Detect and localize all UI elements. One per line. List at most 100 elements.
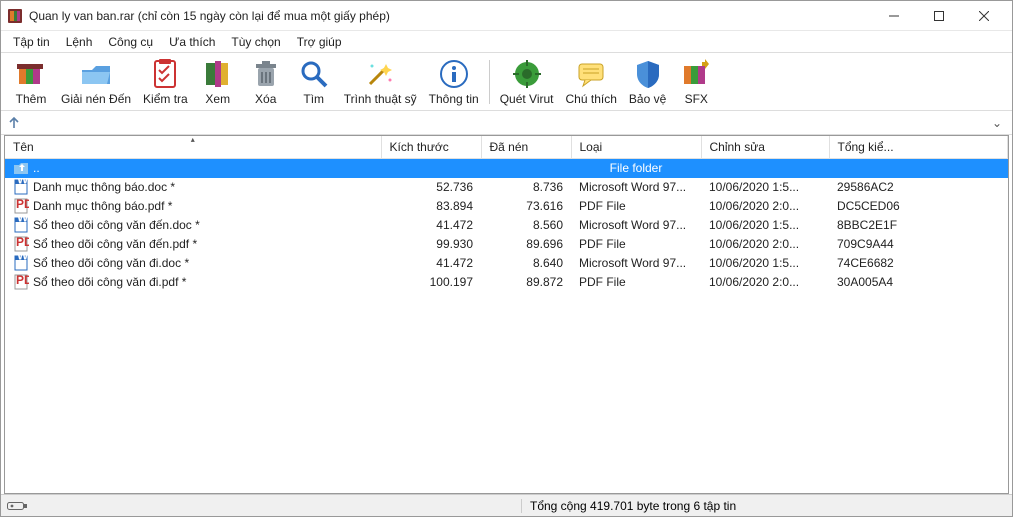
file-packed: 8.640 [481, 254, 571, 273]
file-modified: 10/06/2020 2:0... [701, 197, 829, 216]
lock-caps-icon [7, 500, 29, 512]
wizard-button[interactable]: Trình thuật sỹ [338, 56, 423, 108]
tool-label: Tìm [303, 92, 324, 106]
file-modified: 10/06/2020 2:0... [701, 235, 829, 254]
file-modified: 10/06/2020 1:5... [701, 178, 829, 197]
wizard-icon [364, 58, 396, 90]
file-name: .. [33, 161, 40, 175]
file-packed: 89.696 [481, 235, 571, 254]
parent-row[interactable]: ..File folder [5, 159, 1008, 178]
tool-label: Chú thích [566, 92, 617, 106]
test-button[interactable]: Kiểm tra [137, 56, 194, 108]
col-modified[interactable]: Chỉnh sửa [701, 136, 829, 159]
menubar: Tập tin Lệnh Công cụ Ưa thích Tùy chọn T… [1, 31, 1012, 53]
file-modified: 10/06/2020 1:5... [701, 254, 829, 273]
delete-button[interactable]: Xóa [242, 56, 290, 108]
file-crc: 8BBC2E1F [829, 216, 1008, 235]
table-row[interactable]: Danh mục thông báo.pdf * 83.89473.616PDF … [5, 197, 1008, 216]
file-modified: 10/06/2020 1:5... [701, 216, 829, 235]
file-crc: 709C9A44 [829, 235, 1008, 254]
tool-label: Xóa [255, 92, 276, 106]
file-name: Danh mục thông báo.pdf * [33, 199, 172, 213]
file-type: Microsoft Word 97... [571, 216, 701, 235]
table-row[interactable]: Sổ theo dõi công văn đến.doc *41.4728.56… [5, 216, 1008, 235]
protect-icon [632, 58, 664, 90]
menu-tools[interactable]: Công cụ [100, 32, 161, 52]
file-packed: 73.616 [481, 197, 571, 216]
file-name: Sổ theo dõi công văn đến.doc * [33, 218, 200, 232]
sfx-icon [680, 58, 712, 90]
menu-help[interactable]: Trợ giúp [289, 32, 350, 52]
pdf-icon [13, 236, 29, 252]
file-type: Microsoft Word 97... [571, 254, 701, 273]
toolbar: Thêm Giải nén Đến Kiểm tra Xem Xóa Tìm Trình t… [1, 53, 1012, 111]
virus-icon [511, 58, 543, 90]
delete-icon [250, 58, 282, 90]
tool-label: Thông tin [429, 92, 479, 106]
col-type[interactable]: Loại [571, 136, 701, 159]
file-crc: 29586AC2 [829, 178, 1008, 197]
file-size: 100.197 [381, 273, 481, 292]
file-crc: DC5CED06 [829, 197, 1008, 216]
view-button[interactable]: Xem [194, 56, 242, 108]
file-list[interactable]: Tên▴ Kích thước Đã nén Loại Chỉnh sửa Tổ… [4, 135, 1009, 494]
file-type: PDF File [571, 235, 701, 254]
titlebar: Quan ly van ban.rar (chỉ còn 15 ngày còn… [1, 1, 1012, 31]
info-icon [438, 58, 470, 90]
up-icon[interactable] [7, 116, 21, 130]
statusbar: Tổng cộng 419.701 byte trong 6 tập tin [1, 494, 1012, 516]
file-crc: 30A005A4 [829, 273, 1008, 292]
menu-commands[interactable]: Lệnh [58, 32, 101, 52]
close-button[interactable] [961, 2, 1006, 30]
add-icon [15, 58, 47, 90]
protect-button[interactable]: Bảo vệ [623, 56, 672, 108]
menu-file[interactable]: Tập tin [5, 32, 58, 52]
comment-button[interactable]: Chú thích [560, 56, 623, 108]
file-packed: 89.872 [481, 273, 571, 292]
add-button[interactable]: Thêm [7, 56, 55, 108]
tool-label: Giải nén Đến [61, 92, 131, 106]
file-size: 41.472 [381, 254, 481, 273]
file-modified: 10/06/2020 2:0... [701, 273, 829, 292]
col-packed[interactable]: Đã nén [481, 136, 571, 159]
comment-icon [575, 58, 607, 90]
file-type: PDF File [571, 273, 701, 292]
file-name: Sổ theo dõi công văn đi.doc * [33, 256, 189, 270]
menu-favorites[interactable]: Ưa thích [161, 32, 223, 52]
table-row[interactable]: Sổ theo dõi công văn đi.pdf *100.19789.8… [5, 273, 1008, 292]
file-size: 52.736 [381, 178, 481, 197]
virus-button[interactable]: Quét Virut [494, 56, 560, 108]
col-name[interactable]: Tên▴ [5, 136, 381, 159]
pdf-icon [13, 198, 29, 214]
tool-label: Thêm [16, 92, 47, 106]
file-size: 41.472 [381, 216, 481, 235]
sfx-button[interactable]: SFX [672, 56, 720, 108]
folder-up-icon [13, 160, 29, 176]
file-type: PDF File [571, 197, 701, 216]
minimize-button[interactable] [871, 2, 916, 30]
test-icon [149, 58, 181, 90]
col-crc[interactable]: Tổng kiể... [829, 136, 1008, 159]
table-row[interactable]: Sổ theo dõi công văn đến.pdf *99.93089.6… [5, 235, 1008, 254]
extract-icon [80, 58, 112, 90]
file-name: Danh mục thông báo.doc * [33, 180, 175, 194]
tool-label: Kiểm tra [143, 92, 188, 106]
file-crc: 74CE6682 [829, 254, 1008, 273]
pathbar[interactable]: ⌄ [1, 111, 1012, 135]
extract-button[interactable]: Giải nén Đến [55, 56, 137, 108]
col-size[interactable]: Kích thước [381, 136, 481, 159]
menu-options[interactable]: Tùy chọn [223, 32, 288, 52]
tool-label: Quét Virut [500, 92, 554, 106]
table-row[interactable]: Danh mục thông báo.doc *52.7368.736Micro… [5, 178, 1008, 197]
doc-icon [13, 179, 29, 195]
chevron-down-icon[interactable]: ⌄ [992, 116, 1002, 130]
tool-label: Bảo vệ [629, 92, 666, 106]
toolbar-separator [489, 60, 490, 104]
file-size: 99.930 [381, 235, 481, 254]
file-size: 83.894 [381, 197, 481, 216]
find-icon [298, 58, 330, 90]
find-button[interactable]: Tìm [290, 56, 338, 108]
maximize-button[interactable] [916, 2, 961, 30]
table-row[interactable]: Sổ theo dõi công văn đi.doc * 41.4728.640… [5, 254, 1008, 273]
info-button[interactable]: Thông tin [423, 56, 485, 108]
